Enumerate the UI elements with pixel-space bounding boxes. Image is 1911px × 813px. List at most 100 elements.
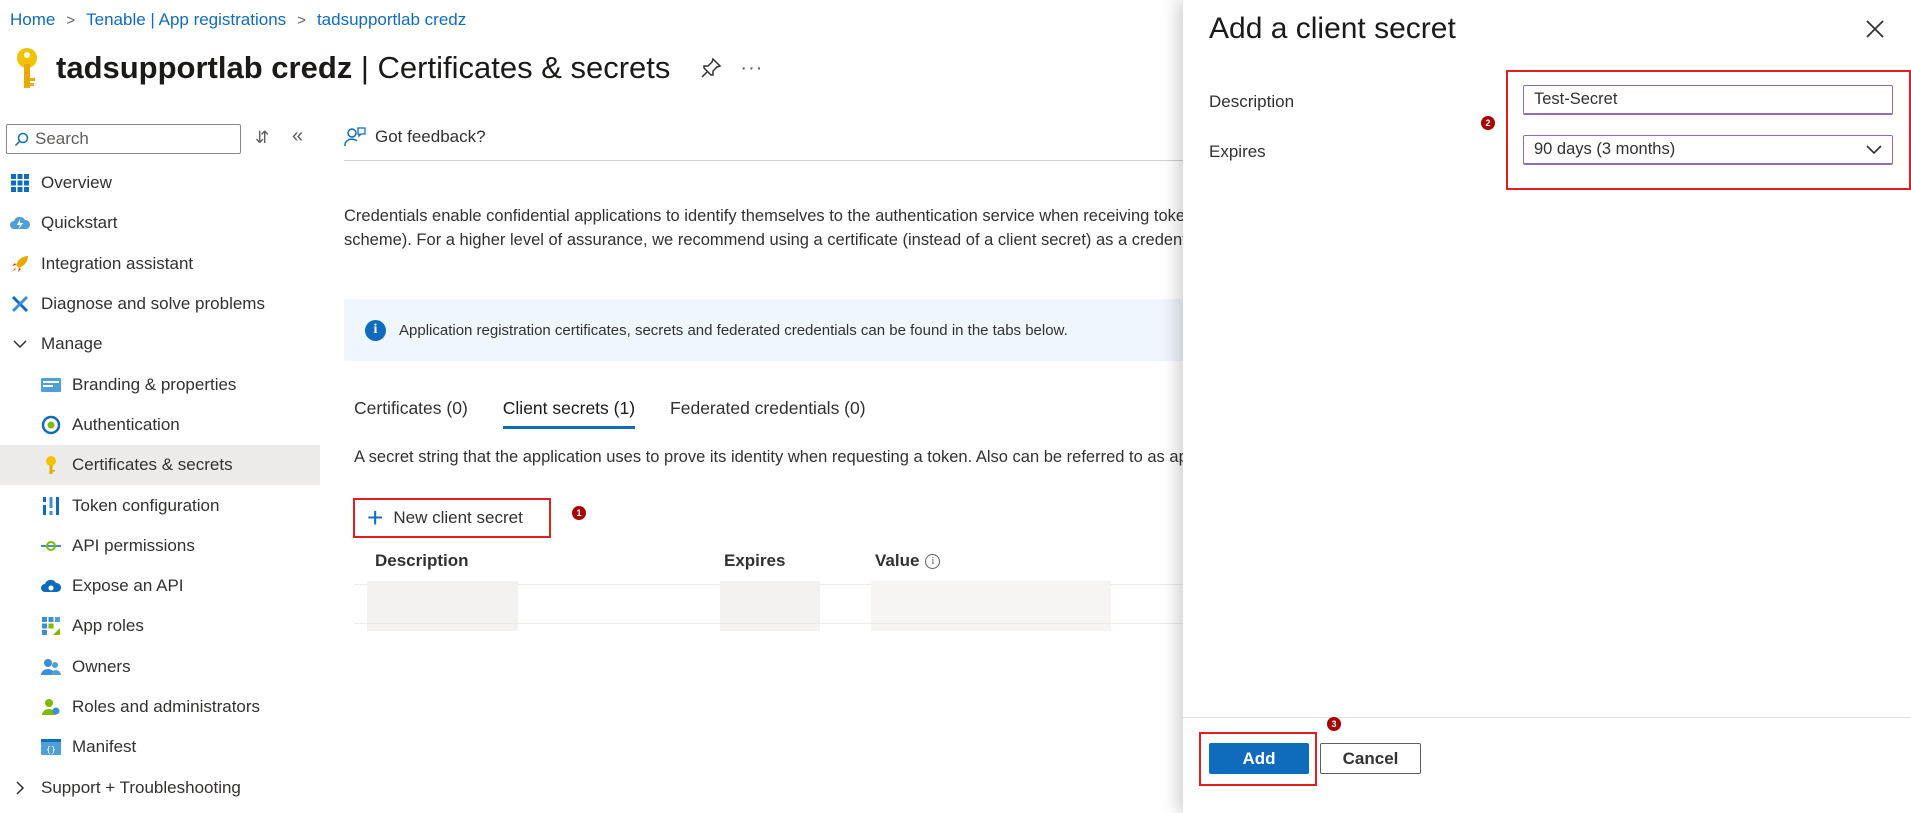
step-badge-2: 2	[1481, 116, 1495, 130]
people-icon	[41, 657, 61, 677]
sidebar-item-label: Owners	[72, 656, 131, 676]
add-button[interactable]: Add	[1209, 743, 1309, 774]
pin-icon[interactable]	[700, 57, 722, 79]
info-message-bar: i Application registration certificates,…	[344, 299, 1184, 361]
chevron-down-icon	[1866, 144, 1882, 154]
breadcrumb-app[interactable]: tadsupportlab credz	[317, 10, 466, 30]
collapse-sidebar-icon[interactable]: «	[292, 125, 303, 148]
sidebar-item-branding[interactable]: Branding & properties	[0, 364, 320, 404]
sidebar-item-label: Support + Troubleshooting	[41, 777, 241, 797]
info-icon[interactable]: i	[925, 553, 941, 569]
sidebar-item-diagnose[interactable]: Diagnose and solve problems	[0, 284, 320, 324]
step-badge-1: 1	[572, 506, 586, 520]
breadcrumb-separator-icon: >	[297, 11, 306, 29]
sidebar-item-roles-admins[interactable]: Roles and administrators	[0, 687, 320, 727]
panel-title: Add a client secret	[1209, 12, 1456, 45]
rocket-icon	[10, 254, 30, 274]
feedback-label: Got feedback?	[375, 127, 486, 146]
sidebar-item-quickstart[interactable]: Quickstart	[0, 203, 320, 243]
sidebar-item-authentication[interactable]: Authentication	[0, 405, 320, 445]
close-icon[interactable]	[1864, 18, 1886, 40]
sidebar-item-label: Overview	[41, 173, 112, 193]
search-input[interactable]	[35, 129, 225, 149]
sidebar-item-owners[interactable]: Owners	[0, 647, 320, 687]
sidebar-item-certificates-secrets[interactable]: Certificates & secrets	[0, 445, 320, 486]
tab-federated-credentials[interactable]: Federated credentials (0)	[670, 398, 866, 429]
token-bars-icon	[41, 496, 61, 516]
search-icon	[14, 132, 29, 146]
info-icon: i	[365, 319, 386, 341]
sidebar-item-manifest[interactable]: {} Manifest	[0, 727, 320, 767]
card-icon	[41, 375, 61, 395]
title-separator: |	[352, 50, 378, 85]
app-roles-grid-icon	[41, 616, 61, 636]
sidebar-nav: Overview Quickstart Integration assistan…	[0, 163, 320, 808]
breadcrumb: Home > Tenable | App registrations > tad…	[10, 10, 466, 30]
expires-selected-value: 90 days (3 months)	[1534, 140, 1676, 158]
sidebar-item-label: Manifest	[72, 737, 137, 757]
cloud-lightning-icon	[10, 213, 30, 233]
sidebar-item-label: API permissions	[72, 535, 195, 555]
feedback-button[interactable]: Got feedback?	[344, 126, 486, 148]
overview-grid-icon	[10, 173, 30, 193]
auth-refresh-icon	[41, 415, 61, 435]
manifest-icon: {}	[41, 737, 61, 757]
chevron-down-icon	[10, 340, 30, 349]
app-name: tadsupportlab credz	[56, 50, 353, 85]
chevron-right-icon	[10, 781, 30, 795]
table-row-divider	[354, 623, 1184, 624]
description-label: Description	[1209, 92, 1295, 111]
intro-line-2: scheme). For a higher level of assurance…	[344, 230, 1184, 249]
expand-collapse-icon[interactable]: ⇵	[255, 128, 269, 148]
sidebar-item-app-roles[interactable]: App roles	[0, 606, 320, 646]
cloud-api-icon	[41, 576, 61, 596]
sidebar-item-label: App roles	[72, 616, 144, 636]
expires-label: Expires	[1209, 142, 1266, 161]
admin-person-icon	[41, 697, 61, 717]
new-client-secret-button[interactable]: + New client secret	[353, 498, 551, 538]
description-input[interactable]: Test-Secret	[1523, 85, 1893, 115]
sidebar-item-api-permissions[interactable]: API permissions	[0, 526, 320, 566]
plus-icon: +	[367, 502, 384, 533]
column-header-value: Value i	[875, 551, 941, 571]
tab-client-secrets[interactable]: Client secrets (1)	[502, 398, 636, 429]
sidebar-item-token-configuration[interactable]: Token configuration	[0, 485, 320, 525]
info-text: Application registration certificates, s…	[399, 321, 1068, 339]
key-icon	[41, 455, 61, 475]
cancel-button[interactable]: Cancel	[1320, 743, 1421, 774]
sidebar-group-support[interactable]: Support + Troubleshooting	[0, 767, 320, 807]
sidebar-item-label: Diagnose and solve problems	[41, 294, 265, 314]
key-icon	[17, 48, 37, 88]
sidebar-item-label: Token configuration	[72, 495, 220, 515]
add-client-secret-panel: Add a client secret Description Expires …	[1183, 0, 1911, 813]
intro-line-1: Credentials enable confidential applicat…	[344, 207, 1184, 225]
page-name: Certificates & secrets	[377, 50, 671, 85]
sidebar-item-label: Authentication	[72, 414, 180, 434]
step-badge-3: 3	[1327, 717, 1341, 731]
credential-tabs: Certificates (0) Client secrets (1) Fede…	[354, 398, 901, 429]
feedback-person-icon	[344, 127, 366, 147]
column-header-value-label: Value	[875, 551, 920, 570]
sidebar-item-overview[interactable]: Overview	[0, 163, 320, 203]
expires-select[interactable]: 90 days (3 months)	[1523, 135, 1893, 165]
column-header-description: Description	[375, 551, 469, 570]
breadcrumb-app-registrations[interactable]: Tenable | App registrations	[86, 10, 286, 30]
sidebar-item-label: Branding & properties	[72, 374, 237, 394]
intro-text: Credentials enable confidential applicat…	[344, 205, 1184, 252]
page-header: tadsupportlab credz | Certificates & sec…	[12, 44, 763, 92]
breadcrumb-home[interactable]: Home	[10, 10, 55, 30]
search-box[interactable]	[6, 124, 241, 154]
sidebar-item-label: Quickstart	[41, 213, 118, 233]
svg-text:{}: {}	[46, 745, 56, 754]
sidebar-item-label: Roles and administrators	[72, 697, 261, 716]
sidebar-item-label: Integration assistant	[41, 253, 194, 273]
more-options-icon[interactable]: ···	[740, 57, 763, 80]
sidebar-item-label: Certificates & secrets	[72, 455, 233, 475]
sidebar-item-label: Expose an API	[72, 576, 184, 596]
sidebar-group-manage[interactable]: Manage	[0, 324, 320, 364]
sidebar-item-integration-assistant[interactable]: Integration assistant	[0, 244, 320, 284]
sidebar-item-label: Manage	[41, 334, 103, 354]
sidebar-item-expose-api[interactable]: Expose an API	[0, 566, 320, 606]
panel-footer-divider	[1183, 717, 1911, 718]
tab-certificates[interactable]: Certificates (0)	[354, 398, 468, 429]
